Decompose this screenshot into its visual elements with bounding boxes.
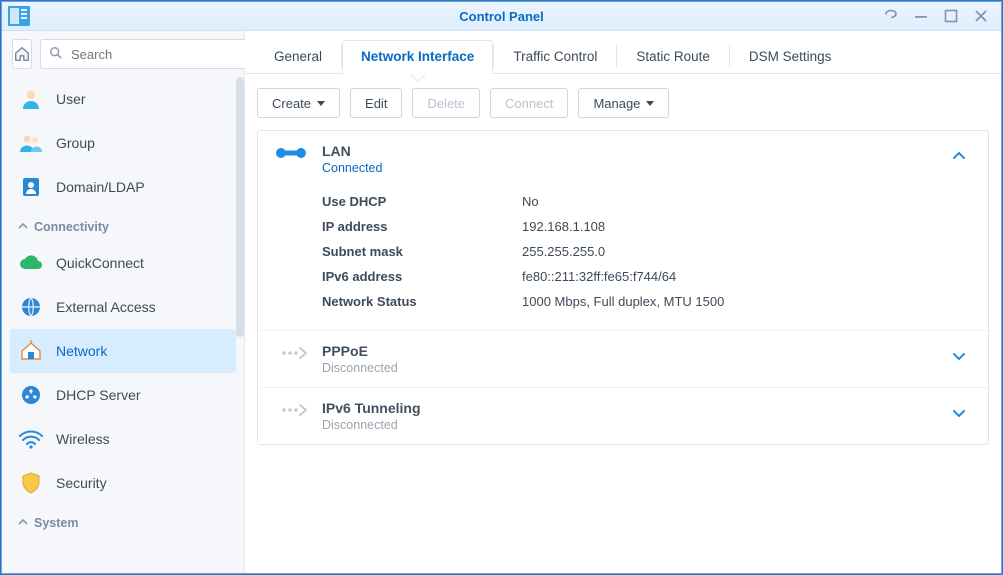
- sidebar-item-label: Domain/LDAP: [56, 179, 145, 195]
- delete-button: Delete: [412, 88, 480, 118]
- chevron-up-icon[interactable]: [946, 143, 972, 163]
- chevron-down-icon[interactable]: [946, 400, 972, 420]
- user-icon: [18, 86, 44, 112]
- group-icon: [18, 130, 44, 156]
- interface-name: PPPoE: [322, 343, 932, 359]
- home-button[interactable]: [12, 39, 32, 69]
- titlebar: Control Panel: [2, 2, 1001, 31]
- interface-name: IPv6 Tunneling: [322, 400, 932, 416]
- section-system[interactable]: System: [2, 509, 244, 537]
- sidebar-item-domain[interactable]: Domain/LDAP: [2, 165, 244, 209]
- sidebar-item-label: External Access: [56, 299, 156, 315]
- sidebar-item-label: Security: [56, 475, 107, 491]
- lan-connected-icon: [274, 143, 308, 161]
- sidebar-item-label: Wireless: [56, 431, 110, 447]
- sidebar-item-external[interactable]: External Access: [2, 285, 244, 329]
- sidebar-item-wireless[interactable]: Wireless: [2, 417, 244, 461]
- section-connectivity[interactable]: Connectivity: [2, 213, 244, 241]
- close-icon[interactable]: [973, 8, 989, 24]
- create-button[interactable]: Create: [257, 88, 340, 118]
- globe-icon: [18, 294, 44, 320]
- connect-button: Connect: [490, 88, 568, 118]
- minimize-icon[interactable]: [913, 8, 929, 24]
- sidebar-item-network[interactable]: Network: [10, 329, 236, 373]
- sidebar-item-user[interactable]: User: [2, 77, 244, 121]
- chevron-up-icon: [18, 220, 28, 234]
- sidebar-item-security[interactable]: Security: [2, 461, 244, 505]
- domain-icon: [18, 174, 44, 200]
- chevron-down-icon[interactable]: [946, 343, 972, 363]
- interface-status: Disconnected: [322, 418, 932, 432]
- interface-list: LAN Connected Use DHCPNo IP address192.1…: [257, 130, 989, 445]
- sidebar-item-label: Group: [56, 135, 95, 151]
- sidebar-item-group[interactable]: Group: [2, 121, 244, 165]
- wifi-icon: [18, 426, 44, 452]
- edit-button[interactable]: Edit: [350, 88, 402, 118]
- network-icon: [18, 338, 44, 364]
- disconnected-icon: [274, 343, 308, 361]
- caret-down-icon: [317, 101, 325, 106]
- app-icon: [6, 5, 32, 27]
- interface-lan[interactable]: LAN Connected Use DHCPNo IP address192.1…: [258, 131, 988, 330]
- dhcp-icon: [18, 382, 44, 408]
- search-icon: [49, 46, 63, 63]
- caret-down-icon: [646, 101, 654, 106]
- tab-static-route[interactable]: Static Route: [617, 40, 729, 74]
- sidebar-item-label: QuickConnect: [56, 255, 144, 271]
- shield-icon: [18, 470, 44, 496]
- sidebar-item-label: DHCP Server: [56, 387, 141, 403]
- tab-network-interface[interactable]: Network Interface: [342, 40, 493, 74]
- help-icon[interactable]: [883, 8, 899, 24]
- sidebar-item-label: Network: [56, 343, 107, 359]
- maximize-icon[interactable]: [943, 8, 959, 24]
- sidebar-item-label: User: [56, 91, 86, 107]
- search-field[interactable]: [40, 39, 258, 69]
- tab-bar: General Network Interface Traffic Contro…: [245, 31, 1001, 74]
- interface-status: Disconnected: [322, 361, 932, 375]
- cloud-icon: [18, 250, 44, 276]
- scrollbar[interactable]: [236, 77, 244, 337]
- interface-status: Connected: [322, 161, 932, 175]
- toolbar: Create Edit Delete Connect Manage: [245, 74, 1001, 130]
- interface-ipv6-tunneling[interactable]: IPv6 Tunneling Disconnected: [258, 388, 988, 444]
- sidebar-item-quickconnect[interactable]: QuickConnect: [2, 241, 244, 285]
- sidebar: User Group Domain/LDAP Connectivity Quic…: [2, 31, 245, 573]
- interface-name: LAN: [322, 143, 932, 159]
- interface-pppoe[interactable]: PPPoE Disconnected: [258, 331, 988, 387]
- sidebar-item-dhcp[interactable]: DHCP Server: [2, 373, 244, 417]
- tab-dsm-settings[interactable]: DSM Settings: [730, 40, 851, 74]
- tab-traffic-control[interactable]: Traffic Control: [494, 40, 616, 74]
- manage-button[interactable]: Manage: [578, 88, 669, 118]
- disconnected-icon: [274, 400, 308, 418]
- chevron-up-icon: [18, 516, 28, 530]
- search-input[interactable]: [69, 46, 249, 63]
- tab-general[interactable]: General: [255, 40, 341, 74]
- window-title: Control Panel: [2, 9, 1001, 24]
- main-panel: General Network Interface Traffic Contro…: [245, 31, 1001, 573]
